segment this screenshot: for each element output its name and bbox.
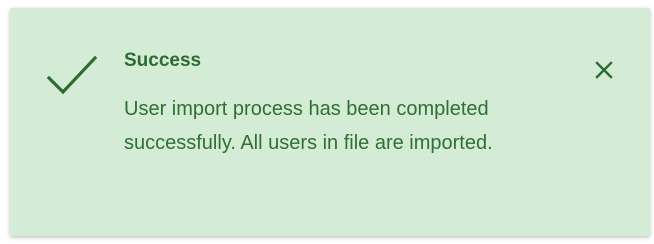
check-icon [46,54,98,98]
close-button[interactable] [590,56,618,84]
toast-message: User import process has been completed s… [124,98,493,154]
success-toast: Success User import process has been com… [10,8,650,236]
close-icon [594,60,614,80]
toast-title: Success [124,50,202,71]
